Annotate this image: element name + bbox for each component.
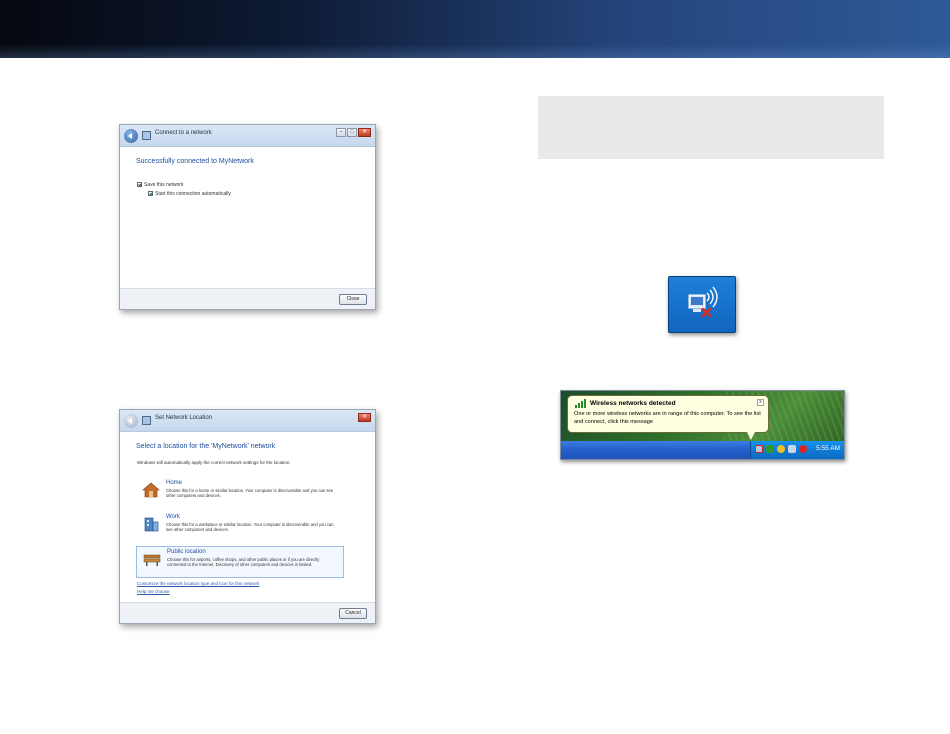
home-icon (142, 482, 160, 498)
set-network-location-window: Set Network Location ✕ Select a location… (119, 409, 376, 624)
security-alert-tray-icon[interactable] (777, 445, 785, 453)
help-link[interactable]: Help me choose (137, 589, 170, 594)
balloon-message[interactable]: One or more wireless networks are in ran… (574, 411, 764, 426)
page-heading: Successfully connected to MyNetwork (136, 158, 254, 165)
wireless-network-disconnected-icon (668, 276, 736, 333)
title-bar: Connect to a network – □ ✕ (120, 125, 375, 147)
maximize-icon[interactable]: □ (347, 128, 357, 137)
connect-to-network-window: Connect to a network – □ ✕ Successfully … (119, 124, 376, 310)
minimize-icon[interactable]: – (336, 128, 346, 137)
taskbar: 5:55 AM (561, 441, 844, 459)
window-footer: Close (120, 288, 375, 309)
system-tray: 5:55 AM (750, 441, 844, 459)
monitor-tray-icon[interactable] (788, 445, 796, 453)
header-band (0, 0, 950, 58)
close-button[interactable]: Close (339, 294, 367, 305)
back-arrow-icon[interactable] (124, 129, 138, 143)
back-arrow-icon[interactable] (124, 414, 138, 428)
save-network-label: Save this network (144, 182, 184, 188)
location-option-public[interactable]: Public location Choose this for airports… (136, 546, 344, 578)
taskbar-notification-screenshot: Wireless networks detected x One or more… (560, 390, 845, 460)
network-tile-graphic (688, 286, 718, 318)
wireless-signal-icon (575, 399, 586, 408)
close-icon[interactable]: ✕ (358, 413, 371, 422)
notification-balloon[interactable]: Wireless networks detected x One or more… (567, 395, 769, 433)
option-description: Choose this for a home or similar locati… (166, 488, 334, 498)
stop-tray-icon[interactable] (799, 445, 807, 453)
option-description: Choose this for a workplace or similar l… (166, 522, 334, 532)
caption-buttons: ✕ (358, 413, 371, 422)
start-auto-label: Start this connection automatically (155, 191, 231, 197)
work-building-icon (144, 517, 159, 532)
intro-text: Windows will automatically apply the cor… (137, 460, 291, 465)
note-box (538, 96, 884, 159)
option-title: Public location (167, 549, 206, 555)
header-glow (0, 44, 950, 58)
title-bar: Set Network Location ✕ (120, 410, 375, 432)
shield-tray-icon[interactable] (766, 445, 774, 453)
start-auto-checkbox[interactable] (148, 191, 153, 196)
window-title: Set Network Location (155, 415, 213, 421)
customize-link[interactable]: Customize the network location type and … (137, 581, 259, 586)
wireless-tray-icon[interactable] (755, 445, 763, 453)
option-title: Home (166, 480, 183, 486)
option-description: Choose this for airports, coffee shops, … (167, 557, 320, 567)
save-network-checkbox[interactable] (137, 182, 142, 187)
caption-buttons: – □ ✕ (336, 128, 371, 137)
manual-page: Connect to a network – □ ✕ Successfully … (0, 0, 950, 734)
window-title: Connect to a network (155, 130, 212, 136)
cancel-button[interactable]: Cancel (339, 608, 367, 619)
clock[interactable]: 5:55 AM (816, 445, 840, 452)
network-icon (142, 416, 151, 425)
park-bench-icon (143, 554, 161, 566)
close-icon[interactable]: ✕ (358, 128, 371, 137)
location-option-home[interactable]: Home Choose this for a home or similar l… (136, 478, 344, 510)
balloon-title: Wireless networks detected (590, 400, 676, 407)
option-title: Work (166, 514, 180, 520)
balloon-pointer (747, 432, 755, 440)
window-footer: Cancel (120, 602, 375, 623)
network-icon (142, 131, 151, 140)
location-option-work[interactable]: Work Choose this for a workplace or simi… (136, 512, 344, 544)
close-icon[interactable]: x (757, 399, 764, 406)
page-heading: Select a location for the 'MyNetwork' ne… (136, 443, 276, 450)
